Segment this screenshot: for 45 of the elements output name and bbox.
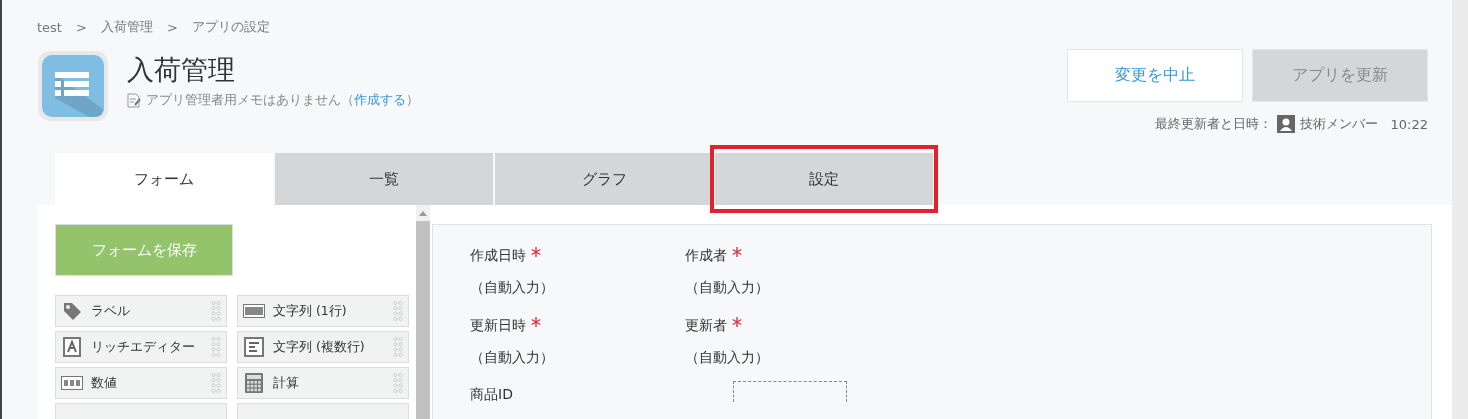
field-label: 商品ID — [470, 386, 513, 404]
tab[interactable]: グラフ — [495, 153, 713, 205]
update-time: 10:22 — [1390, 116, 1428, 132]
field-label: 作成者 — [685, 247, 727, 265]
memo-icon — [127, 93, 141, 108]
paragraph-icon — [244, 337, 264, 357]
letter-a-icon — [63, 337, 81, 357]
memo-text: アプリ管理者用メモはありません（作成する） — [146, 92, 419, 109]
breadcrumb-item[interactable]: 入荷管理 — [100, 18, 153, 36]
list-app-icon — [37, 50, 109, 122]
drag-handle-icon[interactable] — [393, 336, 403, 358]
app-title: 入荷管理 — [127, 53, 236, 87]
field-value: （自動入力） — [470, 279, 555, 297]
field-palette-item[interactable]: 文字列 (複数行) — [237, 331, 409, 363]
drag-handle-icon[interactable] — [393, 300, 403, 322]
scrollbar[interactable] — [416, 205, 430, 419]
drag-handle-icon[interactable] — [211, 300, 221, 322]
user-icon — [1276, 115, 1295, 133]
calculator-icon — [245, 373, 263, 393]
field-value: （自動入力） — [470, 349, 555, 367]
breadcrumb-item[interactable]: test — [37, 19, 62, 35]
field-label: 更新者 — [685, 317, 727, 335]
tab[interactable]: フォーム — [55, 153, 273, 205]
field-palette-item[interactable]: ラベル — [55, 295, 227, 327]
breadcrumb-separator: > — [75, 19, 87, 35]
tab[interactable]: 設定 — [715, 153, 933, 205]
tab[interactable]: 一覧 — [275, 153, 493, 205]
text-field-icon — [243, 304, 265, 318]
field-palette-item[interactable]: 文字列 (1行) — [237, 295, 409, 327]
field-label: 更新日時 — [470, 317, 526, 335]
field-palette-item[interactable]: 計算 — [237, 367, 409, 399]
tag-icon — [62, 301, 82, 321]
breadcrumb-separator: > — [166, 19, 178, 35]
last-updated-label: 最終更新者と日時： — [1154, 115, 1272, 133]
drag-handle-icon[interactable] — [393, 372, 403, 394]
drag-handle-icon[interactable] — [211, 336, 221, 358]
field-palette-item[interactable]: 数値 — [55, 367, 227, 399]
number-field-icon — [61, 376, 83, 390]
drag-handle-icon[interactable] — [211, 372, 221, 394]
field-palette-item[interactable]: リッチエディター — [55, 331, 227, 363]
field-value: （自動入力） — [685, 349, 770, 367]
field-value: （自動入力） — [685, 279, 770, 297]
field-label: 作成日時 — [470, 247, 526, 265]
breadcrumb-item: アプリの設定 — [191, 18, 270, 36]
user-name[interactable]: 技術メンバー — [1299, 115, 1378, 133]
